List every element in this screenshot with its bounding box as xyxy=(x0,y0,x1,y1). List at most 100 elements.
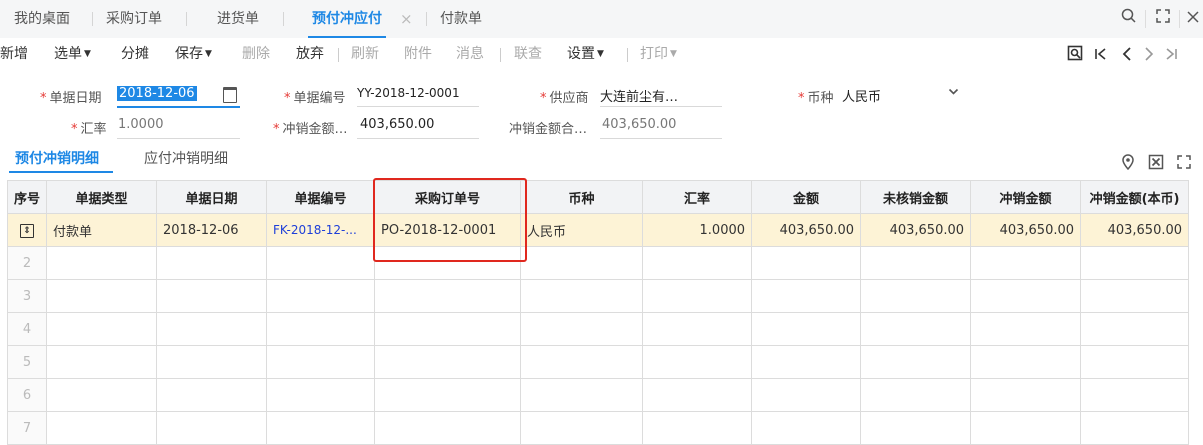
empty-cell[interactable] xyxy=(46,345,158,379)
empty-cell[interactable] xyxy=(860,345,972,379)
message-button[interactable]: 消息 xyxy=(456,38,484,70)
doc-date-input[interactable]: 2018-12-06 xyxy=(117,86,197,101)
empty-cell[interactable] xyxy=(970,345,1082,379)
chevron-down-icon[interactable] xyxy=(948,86,959,100)
empty-cell[interactable] xyxy=(46,411,158,445)
last-page-icon[interactable] xyxy=(1162,38,1180,70)
empty-cell[interactable] xyxy=(642,246,753,280)
empty-cell[interactable] xyxy=(751,312,862,346)
writeoff-amount-field[interactable]: 403,650.00 xyxy=(360,117,434,132)
tab-my-desktop[interactable]: 我的桌面 xyxy=(14,0,70,38)
cell-rate[interactable]: 1.0000 xyxy=(642,213,753,247)
empty-cell[interactable] xyxy=(520,378,644,412)
empty-cell[interactable] xyxy=(46,246,158,280)
close-icon[interactable] xyxy=(1182,8,1203,30)
col-header-doc-date[interactable]: 单据日期 xyxy=(156,180,268,214)
split-button[interactable]: 分摊 xyxy=(121,38,149,70)
empty-cell[interactable] xyxy=(374,246,522,280)
empty-cell[interactable] xyxy=(520,246,644,280)
col-header-writeoff-local[interactable]: 冲销金额(本币) xyxy=(1080,180,1190,214)
col-header-amount[interactable]: 金额 xyxy=(751,180,862,214)
table-row[interactable]: 3 xyxy=(6,279,1190,313)
empty-cell[interactable] xyxy=(751,246,862,280)
empty-cell[interactable] xyxy=(860,279,972,313)
empty-cell[interactable] xyxy=(751,411,862,445)
location-pin-icon[interactable] xyxy=(1121,154,1135,174)
table-row[interactable]: ⇕ 付款单 2018-12-06 FK-2018-12-... PO-2018-… xyxy=(6,213,1190,247)
first-page-icon[interactable] xyxy=(1092,38,1110,70)
refresh-button[interactable]: 刷新 xyxy=(351,38,379,70)
col-header-currency[interactable]: 币种 xyxy=(520,180,644,214)
restore-icon[interactable] xyxy=(1152,8,1174,30)
next-page-icon[interactable] xyxy=(1140,38,1158,70)
empty-cell[interactable] xyxy=(1080,411,1190,445)
col-header-index[interactable]: 序号 xyxy=(6,180,48,214)
empty-cell[interactable] xyxy=(520,345,644,379)
row-expand-icon[interactable]: ⇕ xyxy=(20,224,34,238)
search-icon[interactable] xyxy=(1118,8,1140,30)
tab-payment[interactable]: 付款单 xyxy=(440,0,482,38)
col-header-rate[interactable]: 汇率 xyxy=(642,180,753,214)
empty-cell[interactable] xyxy=(266,345,376,379)
empty-cell[interactable] xyxy=(860,312,972,346)
empty-cell[interactable] xyxy=(374,345,522,379)
empty-cell[interactable] xyxy=(642,378,753,412)
empty-cell[interactable] xyxy=(642,345,753,379)
empty-cell[interactable] xyxy=(520,411,644,445)
doc-no-field[interactable]: YY-2018-12-0001 xyxy=(357,86,460,100)
empty-cell[interactable] xyxy=(751,345,862,379)
empty-cell[interactable] xyxy=(520,312,644,346)
empty-cell[interactable] xyxy=(156,378,268,412)
table-row[interactable]: 7 xyxy=(6,411,1190,445)
link-query-button[interactable]: 联查 xyxy=(514,38,542,70)
tab-prepay-offset[interactable]: 预付冲应付 xyxy=(308,0,386,38)
empty-cell[interactable] xyxy=(860,411,972,445)
table-row[interactable]: 4 xyxy=(6,312,1190,346)
cell-writeoff[interactable]: 403,650.00 xyxy=(970,213,1082,247)
empty-cell[interactable] xyxy=(1080,378,1190,412)
empty-cell[interactable] xyxy=(751,279,862,313)
empty-cell[interactable] xyxy=(156,312,268,346)
supplier-field[interactable]: 大连前尘有… xyxy=(600,86,678,105)
empty-cell[interactable] xyxy=(642,411,753,445)
empty-cell[interactable] xyxy=(266,246,376,280)
empty-cell[interactable] xyxy=(970,279,1082,313)
cell-doc-type[interactable]: 付款单 xyxy=(46,213,158,247)
settings-button[interactable]: 设置 ▼ xyxy=(567,38,604,70)
empty-cell[interactable] xyxy=(374,312,522,346)
cell-unsettled[interactable]: 403,650.00 xyxy=(860,213,972,247)
empty-cell[interactable] xyxy=(266,411,376,445)
empty-cell[interactable] xyxy=(520,279,644,313)
cell-doc-no-link[interactable]: FK-2018-12-... xyxy=(266,213,376,247)
col-header-writeoff[interactable]: 冲销金额 xyxy=(970,180,1082,214)
empty-cell[interactable] xyxy=(46,279,158,313)
print-button[interactable]: 打印 ▼ xyxy=(640,38,677,70)
save-button[interactable]: 保存 ▼ xyxy=(175,38,212,70)
empty-cell[interactable] xyxy=(1080,279,1190,313)
empty-cell[interactable] xyxy=(374,378,522,412)
empty-cell[interactable] xyxy=(970,312,1082,346)
empty-cell[interactable] xyxy=(1080,312,1190,346)
empty-cell[interactable] xyxy=(860,246,972,280)
cell-writeoff-local[interactable]: 403,650.00 xyxy=(1080,213,1190,247)
prev-page-icon[interactable] xyxy=(1118,38,1136,70)
row-expand-cell[interactable]: ⇕ xyxy=(6,213,48,247)
cell-amount[interactable]: 403,650.00 xyxy=(751,213,862,247)
fullscreen-icon[interactable] xyxy=(1176,154,1192,174)
calendar-icon[interactable] xyxy=(223,87,237,103)
empty-cell[interactable] xyxy=(642,279,753,313)
abandon-button[interactable]: 放弃 xyxy=(296,38,324,70)
cell-currency[interactable]: 人民币 xyxy=(520,213,644,247)
col-header-po-no[interactable]: 采购订单号 xyxy=(374,180,522,214)
empty-cell[interactable] xyxy=(970,378,1082,412)
cell-doc-date[interactable]: 2018-12-06 xyxy=(156,213,268,247)
tab-prepay-writeoff-detail[interactable]: 预付冲销明细 xyxy=(15,148,99,168)
empty-cell[interactable] xyxy=(156,345,268,379)
currency-select[interactable]: 人民币 xyxy=(842,86,881,105)
table-row[interactable]: 2 xyxy=(6,246,1190,280)
excel-export-icon[interactable] xyxy=(1148,154,1164,174)
empty-cell[interactable] xyxy=(266,279,376,313)
tab-receipt[interactable]: 进货单 xyxy=(217,0,259,38)
table-row[interactable]: 6 xyxy=(6,378,1190,412)
tab-purchase-order[interactable]: 采购订单 xyxy=(106,0,162,38)
